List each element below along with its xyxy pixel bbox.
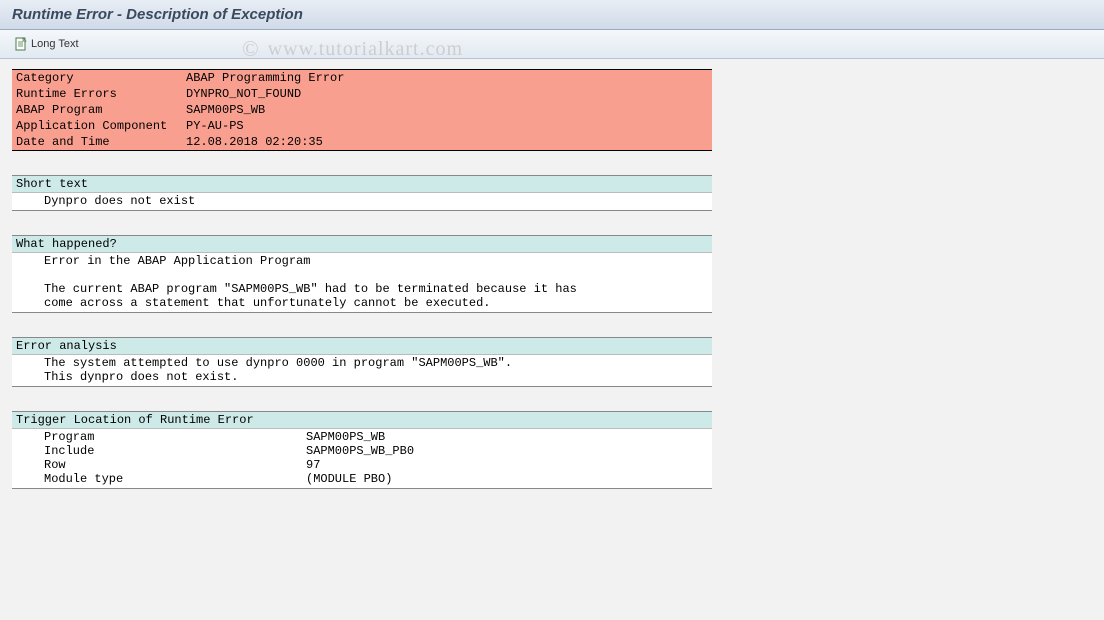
trigger-label: Program bbox=[16, 430, 306, 444]
section-header: Error analysis bbox=[12, 338, 712, 355]
blank-line bbox=[16, 268, 708, 282]
error-analysis-line: The system attempted to use dynpro 0000 … bbox=[16, 356, 708, 370]
section-body: The system attempted to use dynpro 0000 … bbox=[12, 355, 712, 386]
trigger-value: 97 bbox=[306, 458, 708, 472]
error-info-table: CategoryABAP Programming Error Runtime E… bbox=[12, 69, 712, 151]
info-label: Application Component bbox=[12, 118, 182, 134]
short-text-body: Dynpro does not exist bbox=[16, 194, 708, 208]
trigger-row: Row97 bbox=[16, 458, 708, 472]
info-row: Date and Time12.08.2018 02:20:35 bbox=[12, 134, 712, 150]
trigger-value: SAPM00PS_WB bbox=[306, 430, 708, 444]
info-value: PY-AU-PS bbox=[182, 118, 712, 134]
what-happened-section: What happened? Error in the ABAP Applica… bbox=[12, 235, 712, 313]
trigger-label: Module type bbox=[16, 472, 306, 486]
error-analysis-section: Error analysis The system attempted to u… bbox=[12, 337, 712, 387]
toolbar: Long Text bbox=[0, 30, 1104, 59]
what-happened-line: come across a statement that unfortunate… bbox=[16, 296, 708, 310]
trigger-row: ProgramSAPM00PS_WB bbox=[16, 430, 708, 444]
info-value: 12.08.2018 02:20:35 bbox=[182, 134, 712, 150]
info-value: ABAP Programming Error bbox=[182, 70, 712, 86]
info-row: ABAP ProgramSAPM00PS_WB bbox=[12, 102, 712, 118]
trigger-value: (MODULE PBO) bbox=[306, 472, 708, 486]
info-row: Application ComponentPY-AU-PS bbox=[12, 118, 712, 134]
long-text-label: Long Text bbox=[31, 38, 79, 50]
error-analysis-line: This dynpro does not exist. bbox=[16, 370, 708, 384]
section-header: Trigger Location of Runtime Error bbox=[12, 412, 712, 429]
info-value: SAPM00PS_WB bbox=[182, 102, 712, 118]
section-header: Short text bbox=[12, 176, 712, 193]
document-icon bbox=[15, 37, 28, 51]
trigger-location-section: Trigger Location of Runtime Error Progra… bbox=[12, 411, 712, 489]
info-value: DYNPRO_NOT_FOUND bbox=[182, 86, 712, 102]
section-body: Error in the ABAP Application Program Th… bbox=[12, 253, 712, 312]
long-text-button[interactable]: Long Text bbox=[8, 34, 86, 54]
what-happened-line: The current ABAP program "SAPM00PS_WB" h… bbox=[16, 282, 708, 296]
trigger-value: SAPM00PS_WB_PB0 bbox=[306, 444, 708, 458]
section-body: ProgramSAPM00PS_WB IncludeSAPM00PS_WB_PB… bbox=[12, 429, 712, 488]
trigger-row: Module type(MODULE PBO) bbox=[16, 472, 708, 486]
trigger-row: IncludeSAPM00PS_WB_PB0 bbox=[16, 444, 708, 458]
section-body: Dynpro does not exist bbox=[12, 193, 712, 210]
section-header: What happened? bbox=[12, 236, 712, 253]
info-label: ABAP Program bbox=[12, 102, 182, 118]
info-label: Runtime Errors bbox=[12, 86, 182, 102]
short-text-section: Short text Dynpro does not exist bbox=[12, 175, 712, 211]
info-row: CategoryABAP Programming Error bbox=[12, 70, 712, 86]
content-area: CategoryABAP Programming Error Runtime E… bbox=[0, 59, 1104, 499]
page-title: Runtime Error - Description of Exception bbox=[12, 6, 1092, 23]
title-bar: Runtime Error - Description of Exception bbox=[0, 0, 1104, 30]
trigger-label: Row bbox=[16, 458, 306, 472]
info-row: Runtime ErrorsDYNPRO_NOT_FOUND bbox=[12, 86, 712, 102]
trigger-label: Include bbox=[16, 444, 306, 458]
what-happened-line: Error in the ABAP Application Program bbox=[16, 254, 708, 268]
info-label: Date and Time bbox=[12, 134, 182, 150]
info-label: Category bbox=[12, 70, 182, 86]
